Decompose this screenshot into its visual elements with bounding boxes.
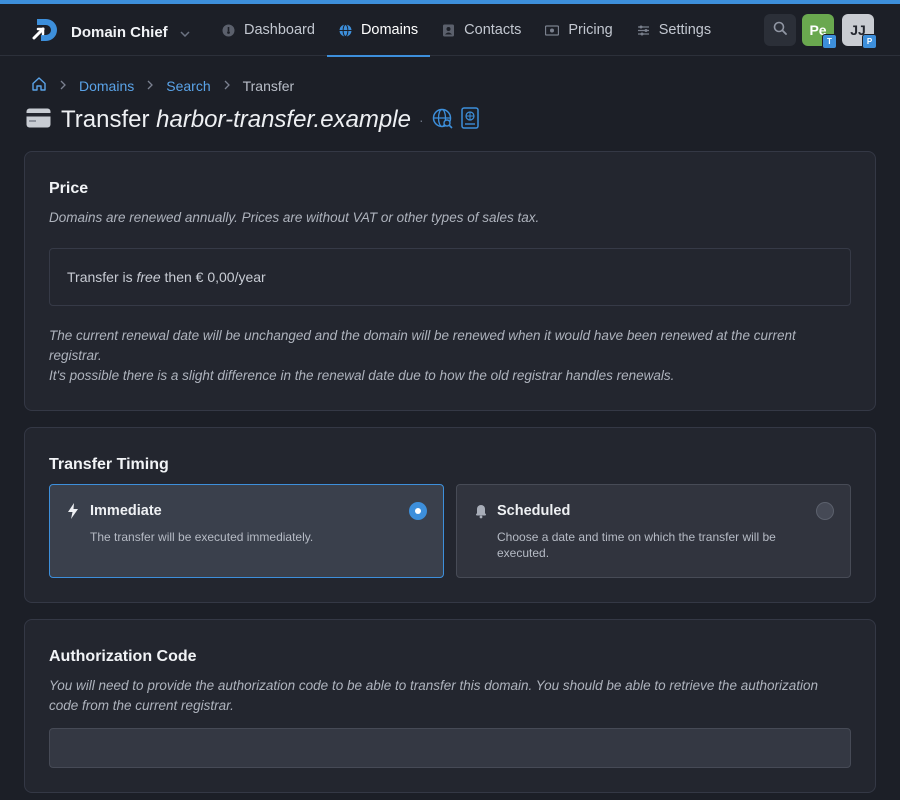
scheduled-radio[interactable] <box>816 502 834 520</box>
card-icon <box>26 108 51 133</box>
price-summary-after: then € 0,00/year <box>160 269 266 285</box>
nav-item-dashboard[interactable]: Dashboard <box>210 4 327 56</box>
pricing-icon <box>545 24 560 36</box>
nav-item-label: Contacts <box>464 22 522 38</box>
page-title: Transfer harbor-transfer.example <box>61 106 411 134</box>
search-button[interactable] <box>764 14 796 46</box>
nav-item-label: Settings <box>658 22 712 38</box>
nav-item-settings[interactable]: Settings <box>625 4 723 56</box>
nav-item-label: Domains <box>360 22 419 38</box>
globe-icon <box>339 23 352 37</box>
option-description: Choose a date and time on which the tran… <box>497 530 776 560</box>
price-description: Domains are renewed annually. Prices are… <box>49 210 540 225</box>
price-summary-before: Transfer is <box>67 269 137 285</box>
chevron-down-icon <box>180 26 190 40</box>
dashboard-icon <box>222 24 235 37</box>
renewal-note: The current renewal date will be unchang… <box>49 326 851 386</box>
timing-option-scheduled[interactable]: Scheduled Choose a date and time on whic… <box>456 484 851 578</box>
page-title-prefix: Transfer <box>61 106 150 133</box>
immediate-radio[interactable] <box>409 502 427 520</box>
alarm-icon <box>474 503 488 524</box>
price-summary-free: free <box>136 269 161 285</box>
brand-switcher[interactable]: Domain Chief <box>32 16 190 49</box>
chevron-right-icon <box>60 79 66 93</box>
option-description: The transfer will be executed immediatel… <box>90 530 314 544</box>
nav-item-domains[interactable]: Domains <box>326 4 431 57</box>
avatar-badge: T <box>822 34 837 49</box>
avatar-organization[interactable]: JJ P <box>842 14 877 49</box>
settings-icon <box>637 24 650 37</box>
nav-item-label: Pricing <box>568 22 613 38</box>
page-title-domain: harbor-transfer.example <box>156 106 411 133</box>
search-icon <box>773 21 787 40</box>
timing-heading: Transfer Timing <box>49 456 169 473</box>
breadcrumb: Domains Search Transfer <box>31 76 294 95</box>
lightning-icon <box>67 503 79 524</box>
brand-name: Domain Chief <box>71 24 168 41</box>
logo-icon <box>32 16 60 49</box>
nav-item-label: Dashboard <box>244 22 315 38</box>
auth-description: You will need to provide the authorizati… <box>49 678 819 713</box>
renewal-note-line-1: The current renewal date will be unchang… <box>49 328 796 363</box>
authorization-code-input[interactable] <box>49 728 851 768</box>
title-separator: · <box>418 112 424 128</box>
chevron-right-icon <box>147 79 154 93</box>
price-heading: Price <box>49 180 89 197</box>
breadcrumb-domains-link[interactable]: Domains <box>79 78 134 94</box>
contacts-icon <box>442 24 455 37</box>
timing-option-immediate[interactable]: Immediate The transfer will be executed … <box>49 484 444 578</box>
price-summary-box: Transfer is free then € 0,00/year <box>49 248 851 306</box>
option-title: Immediate <box>90 503 162 519</box>
breadcrumb-search-link[interactable]: Search <box>166 78 210 94</box>
breadcrumb-current: Transfer <box>242 77 295 94</box>
option-title: Scheduled <box>497 503 571 519</box>
web-document-icon[interactable] <box>460 106 479 134</box>
nav-item-pricing[interactable]: Pricing <box>533 4 624 56</box>
price-card: Price Domains are renewed annually. Pric… <box>24 151 876 411</box>
renewal-note-line-2: It's possible there is a slight differen… <box>49 368 675 383</box>
top-navigation-bar: Domain Chief Dashboard Domains Contacts <box>0 4 900 57</box>
avatar-badge: P <box>862 34 877 49</box>
home-icon[interactable] <box>31 76 47 95</box>
authorization-code-card: Authorization Code You will need to prov… <box>24 619 876 793</box>
main-nav: Dashboard Domains Contacts Pricing Setti… <box>210 4 723 57</box>
chevron-right-icon <box>224 79 230 93</box>
avatar-user[interactable]: Pe T <box>802 14 837 49</box>
nav-item-contacts[interactable]: Contacts <box>430 4 533 56</box>
auth-heading: Authorization Code <box>49 648 197 665</box>
globe-search-icon[interactable] <box>432 107 454 134</box>
transfer-timing-card: Transfer Timing Immediate The transfer w… <box>24 427 876 603</box>
page-title-row: Transfer harbor-transfer.example · <box>26 104 479 136</box>
